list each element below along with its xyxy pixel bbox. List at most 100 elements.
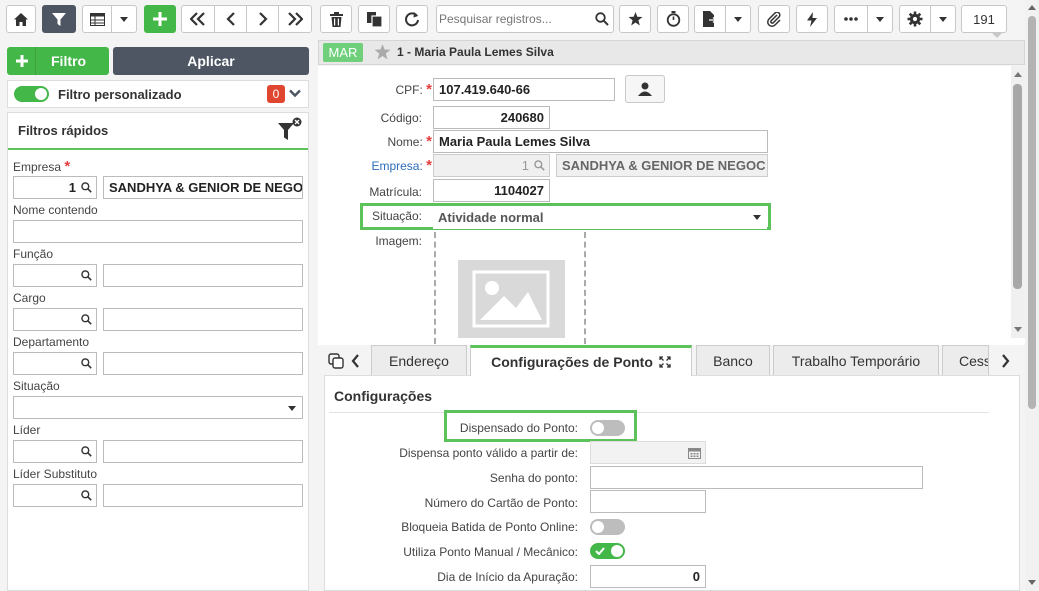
search-input[interactable]: [439, 8, 589, 30]
settings-dropdown-button[interactable]: [930, 5, 956, 33]
dispensa-valido-input[interactable]: [590, 441, 706, 464]
add-record-button[interactable]: [144, 5, 176, 33]
lider-code-input[interactable]: [13, 440, 97, 463]
filter-icon: [52, 12, 66, 26]
check-icon: [595, 547, 605, 555]
actions-button[interactable]: [796, 5, 828, 33]
custom-filter-row: Filtro personalizado 0: [7, 80, 309, 108]
grid-view-button[interactable]: [82, 5, 112, 33]
codigo-input[interactable]: 240680: [433, 106, 550, 129]
nome-contendo-input[interactable]: [13, 220, 303, 243]
tab-endereco[interactable]: Endereço: [371, 345, 467, 375]
next-record-button[interactable]: [246, 5, 279, 33]
situacao-select[interactable]: Atividade normal: [433, 206, 767, 229]
tab-trabalho-temporario[interactable]: Trabalho Temporário: [773, 345, 939, 375]
utiliza-toggle[interactable]: [590, 543, 625, 559]
double-chevron-right-icon: [288, 12, 303, 26]
cartao-input[interactable]: [590, 490, 706, 513]
page-scroll-thumb[interactable]: [1028, 16, 1036, 409]
search-icon[interactable]: [81, 270, 92, 281]
calendar-icon[interactable]: [688, 447, 701, 459]
tab-scroll-right-icon[interactable]: [1001, 354, 1010, 368]
timer-button[interactable]: [657, 5, 689, 33]
funcao-name-input[interactable]: [103, 264, 303, 287]
tab-cessao[interactable]: Cess: [942, 345, 989, 375]
view-dropdown-button[interactable]: [111, 5, 137, 33]
tabs-overview-icon[interactable]: [328, 353, 344, 369]
lider-substituto-label: Líder Substituto: [13, 467, 98, 481]
report-button[interactable]: [694, 5, 726, 33]
empresa-filter-code[interactable]: 1: [13, 176, 97, 199]
dia-inicio-input[interactable]: 0: [590, 565, 706, 588]
scroll-up-arrow[interactable]: [1014, 72, 1022, 77]
lider-label: Líder: [13, 423, 41, 437]
chevron-down-icon[interactable]: [289, 89, 301, 98]
search-icon[interactable]: [595, 12, 609, 26]
departamento-name-input[interactable]: [103, 352, 303, 375]
search-box[interactable]: [436, 5, 614, 33]
empresa-code-input[interactable]: 1: [433, 154, 550, 177]
search-icon[interactable]: [81, 358, 92, 369]
clear-filter-icon[interactable]: [278, 117, 304, 143]
senha-input[interactable]: [590, 466, 923, 489]
first-record-button[interactable]: [181, 5, 215, 33]
vertical-scrollbar-inner[interactable]: [1011, 66, 1025, 338]
page-scroll-down-arrow[interactable]: [1028, 580, 1036, 585]
refresh-button[interactable]: [396, 5, 428, 33]
search-icon[interactable]: [534, 160, 545, 171]
custom-filter-toggle[interactable]: [14, 86, 49, 102]
search-icon[interactable]: [81, 490, 92, 501]
tab-banco[interactable]: Banco: [696, 345, 770, 375]
empresa-filter-name[interactable]: SANDHYA & GENIOR DE NEGOC: [103, 176, 303, 199]
apply-button[interactable]: Aplicar: [113, 47, 309, 75]
chevron-down-icon: [288, 406, 296, 411]
page-scrollbar[interactable]: [1025, 0, 1039, 591]
situacao-filter-select[interactable]: [13, 396, 303, 419]
star-icon[interactable]: [374, 44, 391, 60]
nome-input[interactable]: Maria Paula Lemes Silva: [433, 130, 768, 153]
search-icon[interactable]: [81, 314, 92, 325]
page-scroll-up-arrow[interactable]: [1028, 5, 1036, 10]
attachment-button[interactable]: [758, 5, 790, 33]
cargo-name-input[interactable]: [103, 308, 303, 331]
cartao-label: Número do Cartão de Ponto:: [424, 496, 578, 510]
navigation-group: [181, 5, 312, 33]
departamento-code-input[interactable]: [13, 352, 97, 375]
person-lookup-button[interactable]: [625, 75, 665, 103]
lider-substituto-name-input[interactable]: [103, 484, 303, 507]
quick-filters-header: Filtros rápidos: [8, 113, 308, 150]
report-dropdown-button[interactable]: [725, 5, 751, 33]
image-placeholder-icon: [458, 260, 565, 338]
copy-button[interactable]: [358, 5, 390, 33]
expand-icon[interactable]: [659, 356, 671, 368]
more-button[interactable]: [834, 5, 868, 33]
matricula-input[interactable]: 1104027: [433, 179, 550, 202]
gear-icon: [907, 11, 923, 27]
tab-configuracoes-ponto[interactable]: Configurações de Ponto: [470, 345, 692, 376]
lider-substituto-code-input[interactable]: [13, 484, 97, 507]
funcao-code-input[interactable]: [13, 264, 97, 287]
delete-button[interactable]: [320, 5, 352, 33]
scroll-thumb[interactable]: [1013, 84, 1022, 289]
home-button[interactable]: [6, 5, 36, 33]
last-record-button[interactable]: [278, 5, 312, 33]
scroll-down-arrow[interactable]: [1014, 327, 1022, 332]
settings-button[interactable]: [899, 5, 931, 33]
dispensado-toggle[interactable]: [590, 420, 625, 436]
filter-button[interactable]: Filtro: [7, 47, 109, 75]
tab-scroll-left-icon[interactable]: [351, 354, 360, 368]
record-badge: MAR: [323, 43, 363, 62]
bloqueia-toggle[interactable]: [590, 519, 625, 535]
image-dropzone[interactable]: [434, 232, 586, 344]
dispensa-valido-label: Dispensa ponto válido a partir de:: [399, 446, 578, 460]
favorite-button[interactable]: [619, 5, 651, 33]
previous-record-button[interactable]: [214, 5, 247, 33]
search-icon[interactable]: [81, 446, 92, 457]
search-icon[interactable]: [81, 182, 92, 193]
cargo-code-input[interactable]: [13, 308, 97, 331]
more-dropdown-button[interactable]: [867, 5, 893, 33]
cpf-input[interactable]: 107.419.640-66: [433, 78, 615, 101]
lider-name-input[interactable]: [103, 440, 303, 463]
empresa-name-input[interactable]: SANDHYA & GENIOR DE NEGOC: [556, 154, 768, 177]
filter-toggle-button[interactable]: [42, 5, 76, 33]
